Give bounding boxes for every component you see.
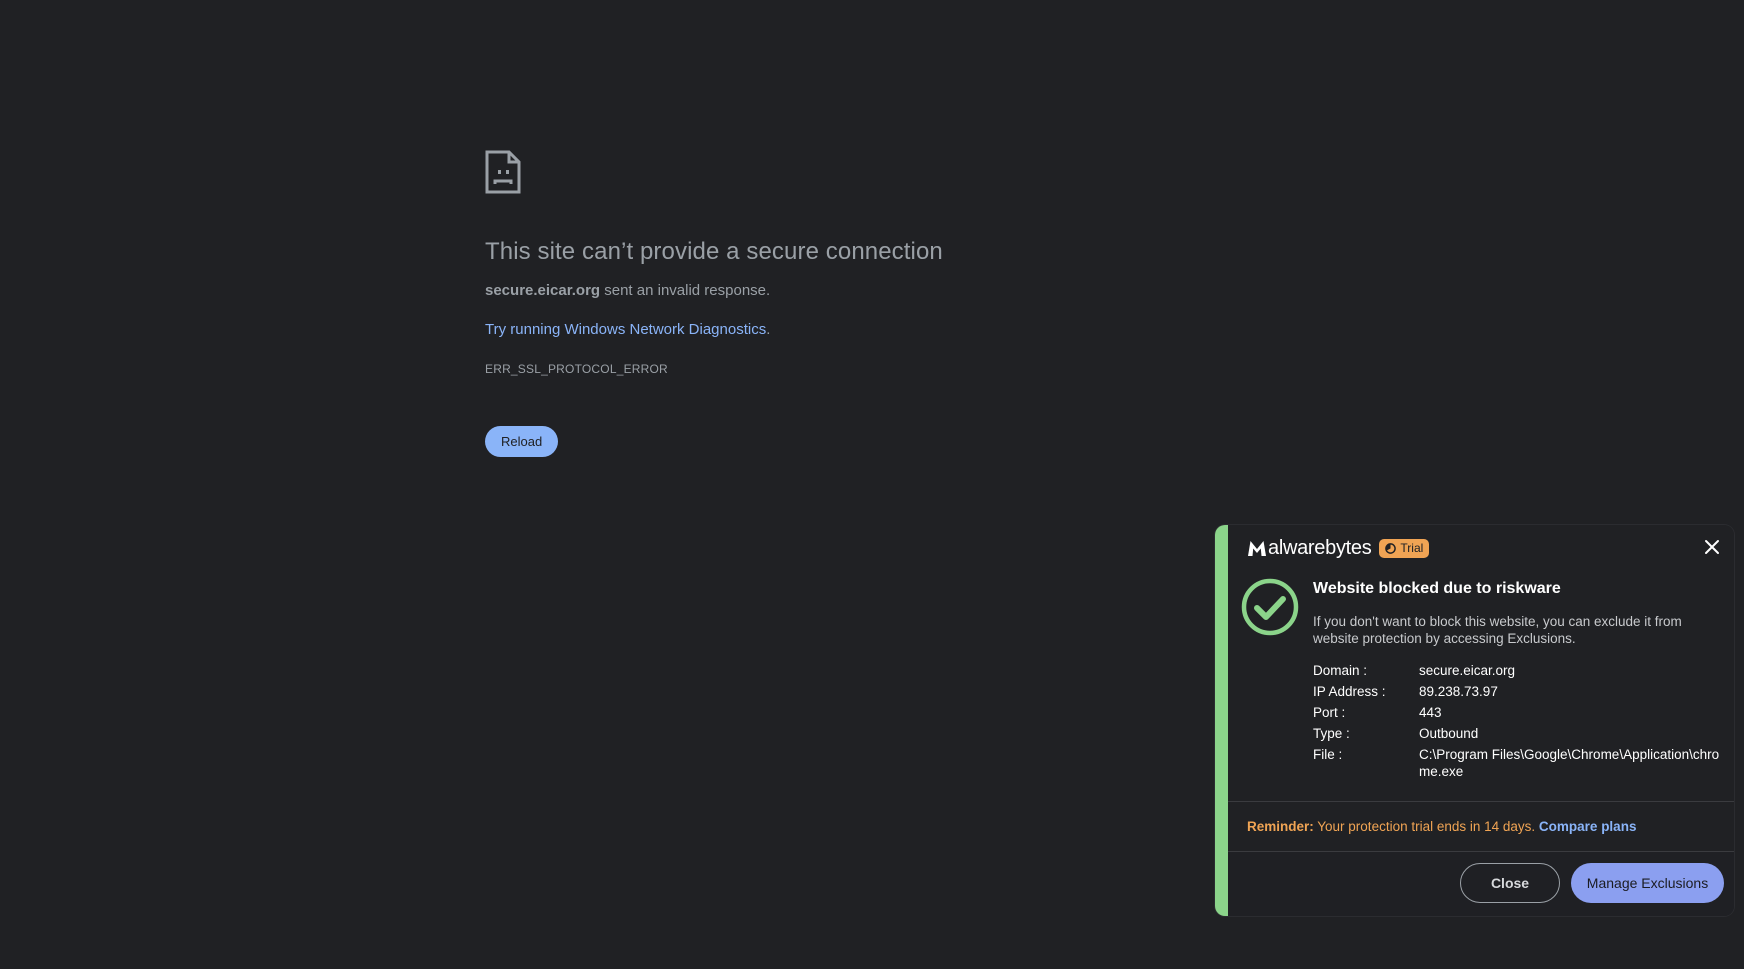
error-content: This site can’t provide a secure connect… [485, 150, 1205, 457]
timer-icon [1385, 542, 1397, 554]
compare-plans-link[interactable]: Compare plans [1539, 819, 1637, 834]
notification-body: alwarebytes Trial Website blocked due to… [1228, 525, 1734, 916]
reminder-text: Your protection trial ends in 14 days. [1313, 819, 1539, 834]
detail-value: C:\Program Files\Google\Chrome\Applicati… [1419, 747, 1720, 779]
browser-page: This site can’t provide a secure connect… [0, 0, 1744, 969]
detail-label: File : [1313, 747, 1343, 762]
error-description: secure.eicar.org sent an invalid respons… [485, 282, 1205, 299]
close-button[interactable]: Close [1460, 863, 1560, 903]
close-icon [1705, 540, 1719, 554]
divider [1228, 801, 1734, 802]
error-title: This site can’t provide a secure connect… [485, 238, 943, 265]
manage-exclusions-button[interactable]: Manage Exclusions [1571, 863, 1724, 903]
reload-button[interactable]: Reload [485, 426, 559, 457]
status-stripe [1215, 525, 1228, 916]
error-code: ERR_SSL_PROTOCOL_ERROR [485, 362, 668, 376]
detail-value: 443 [1419, 705, 1442, 720]
error-domain: secure.eicar.org [485, 282, 601, 299]
trial-reminder: Reminder: Your protection trial ends in … [1247, 819, 1636, 834]
divider [1228, 851, 1734, 852]
detail-label: Port : [1313, 705, 1346, 720]
detail-value: Outbound [1419, 726, 1479, 741]
trial-badge: Trial [1379, 538, 1430, 558]
diagnostics-row: Try running Windows Network Diagnostics. [485, 321, 1205, 338]
malwarebytes-m-icon [1248, 541, 1266, 556]
notification-message: If you don't want to block this website,… [1313, 614, 1682, 646]
network-diagnostics-link[interactable]: Try running Windows Network Diagnostics [485, 321, 766, 338]
detail-label: Domain : [1313, 663, 1368, 678]
brand-name: alwarebytes [1268, 536, 1372, 559]
trial-label: Trial [1400, 541, 1424, 555]
notification-header: alwarebytes Trial [1247, 535, 1430, 561]
malwarebytes-logo: alwarebytes [1247, 536, 1372, 560]
detail-row: Port : 443 [1313, 704, 1723, 725]
sad-document-icon [485, 150, 521, 194]
block-details: Domain : secure.eicar.org IP Address : 8… [1313, 662, 1723, 784]
detail-row: Type : Outbound [1313, 725, 1723, 746]
detail-row: IP Address : 89.238.73.97 [1313, 683, 1723, 704]
checkmark-circle-icon [1241, 578, 1299, 636]
diagnostics-period: . [766, 321, 771, 338]
detail-row: Domain : secure.eicar.org [1313, 662, 1723, 683]
detail-value: 89.238.73.97 [1419, 684, 1498, 699]
reminder-label: Reminder: [1247, 819, 1314, 834]
detail-label: IP Address : [1313, 684, 1386, 699]
notification-title: Website blocked due to riskware [1313, 580, 1561, 597]
close-x-button[interactable] [1700, 535, 1724, 559]
error-description-text: sent an invalid response. [600, 282, 771, 299]
detail-row: File : C:\Program Files\Google\Chrome\Ap… [1313, 746, 1723, 784]
malwarebytes-notification: alwarebytes Trial Website blocked due to… [1215, 525, 1734, 916]
detail-label: Type : [1313, 726, 1350, 741]
detail-value: secure.eicar.org [1419, 663, 1516, 678]
notification-main: Website blocked due to riskware If you d… [1313, 580, 1723, 784]
